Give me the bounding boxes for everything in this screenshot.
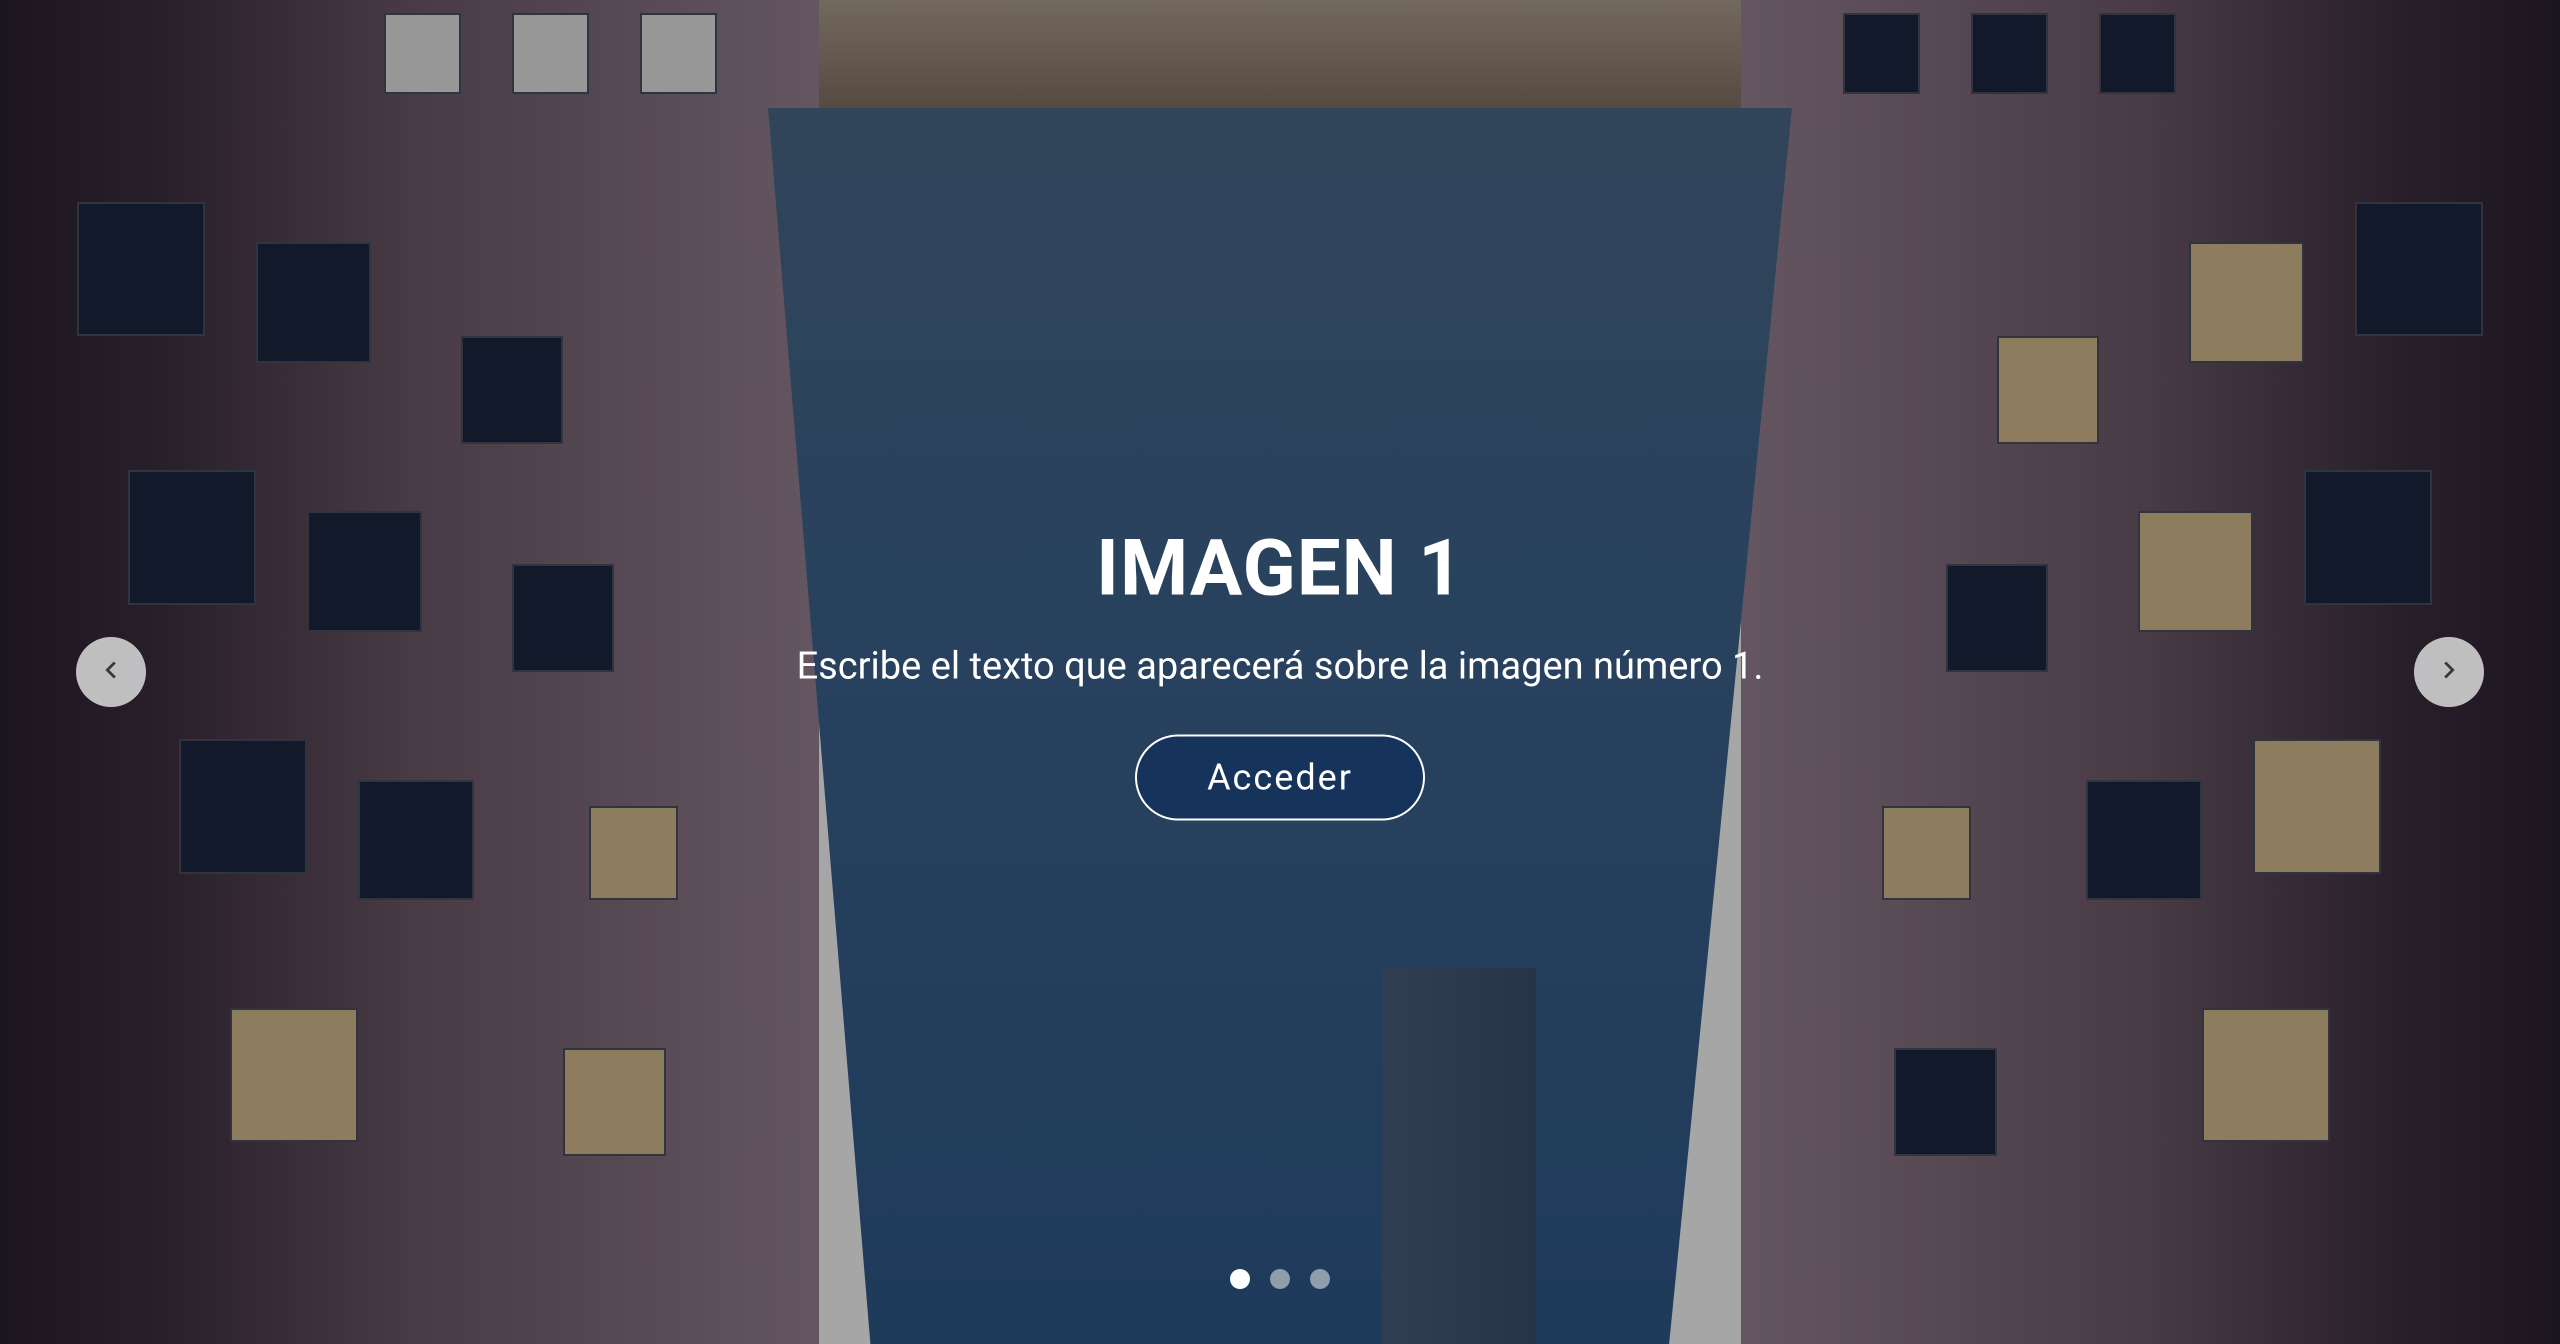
- carousel-indicator-dot[interactable]: [1310, 1269, 1330, 1289]
- slide-subtitle: Escribe el texto que aparecerá sobre la …: [256, 645, 2304, 689]
- chevron-right-icon: [2432, 653, 2466, 691]
- chevron-left-icon: [94, 653, 128, 691]
- hero-carousel: IMAGEN 1 Escribe el texto que aparecerá …: [0, 0, 2560, 1344]
- carousel-indicators: [1230, 1269, 1330, 1289]
- cta-button[interactable]: Acceder: [1135, 735, 1425, 821]
- carousel-indicator-dot[interactable]: [1230, 1269, 1250, 1289]
- carousel-next-button[interactable]: [2414, 637, 2484, 707]
- slide-content: IMAGEN 1 Escribe el texto que aparecerá …: [256, 524, 2304, 821]
- carousel-indicator-dot[interactable]: [1270, 1269, 1290, 1289]
- carousel-prev-button[interactable]: [76, 637, 146, 707]
- slide-title: IMAGEN 1: [256, 524, 2304, 615]
